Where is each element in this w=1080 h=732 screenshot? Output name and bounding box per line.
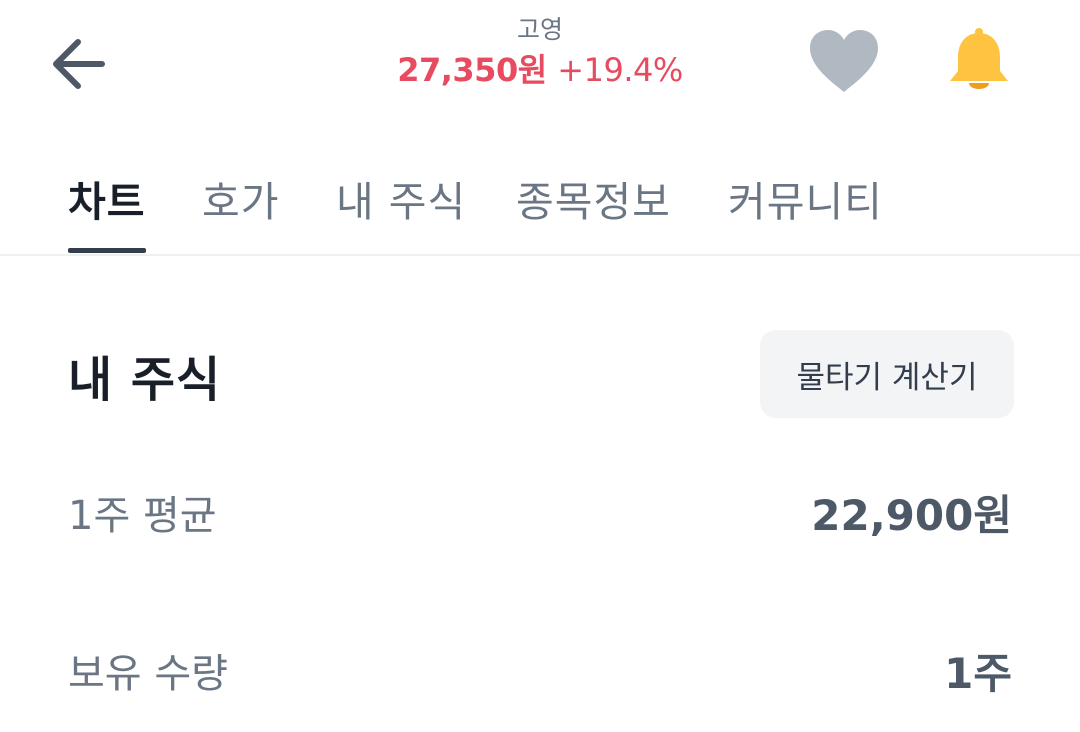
bell-icon [950, 28, 1008, 89]
tab-chart[interactable]: 차트 [68, 168, 145, 228]
stock-summary: 고영 27,350원 +19.4% [340, 12, 740, 92]
current-price: 27,350원 [397, 51, 547, 89]
stock-name: 고영 [516, 15, 563, 44]
averaging-calculator-button[interactable]: 물타기 계산기 [760, 330, 1014, 418]
tab-bar: 차트 호가 내 주식 종목정보 커뮤니티 [0, 150, 1080, 256]
tab-stock-info[interactable]: 종목정보 [516, 168, 671, 228]
arrow-left-icon [53, 39, 105, 89]
section-title: 내 주식 [68, 352, 222, 408]
average-price-row: 1주 평균 22,900원 [68, 486, 1012, 546]
price-change: +19.4% [557, 51, 683, 89]
average-price-value: 22,900원 [811, 491, 1012, 540]
favorite-button[interactable] [806, 28, 882, 94]
heart-icon [810, 30, 878, 92]
tab-order-book[interactable]: 호가 [202, 168, 279, 228]
active-tab-indicator [68, 248, 146, 253]
quantity-value: 1주 [944, 649, 1012, 698]
average-price-label: 1주 평균 [68, 493, 217, 539]
tab-community[interactable]: 커뮤니티 [728, 168, 883, 228]
notification-button[interactable] [944, 26, 1014, 96]
back-button[interactable] [44, 28, 116, 100]
top-bar: 고영 27,350원 +19.4% [0, 0, 1080, 120]
quantity-row: 보유 수량 1주 [68, 644, 1012, 704]
tab-my-stock[interactable]: 내 주식 [336, 168, 466, 228]
price-line: 27,350원 +19.4% [340, 48, 740, 92]
quantity-label: 보유 수량 [68, 651, 228, 697]
